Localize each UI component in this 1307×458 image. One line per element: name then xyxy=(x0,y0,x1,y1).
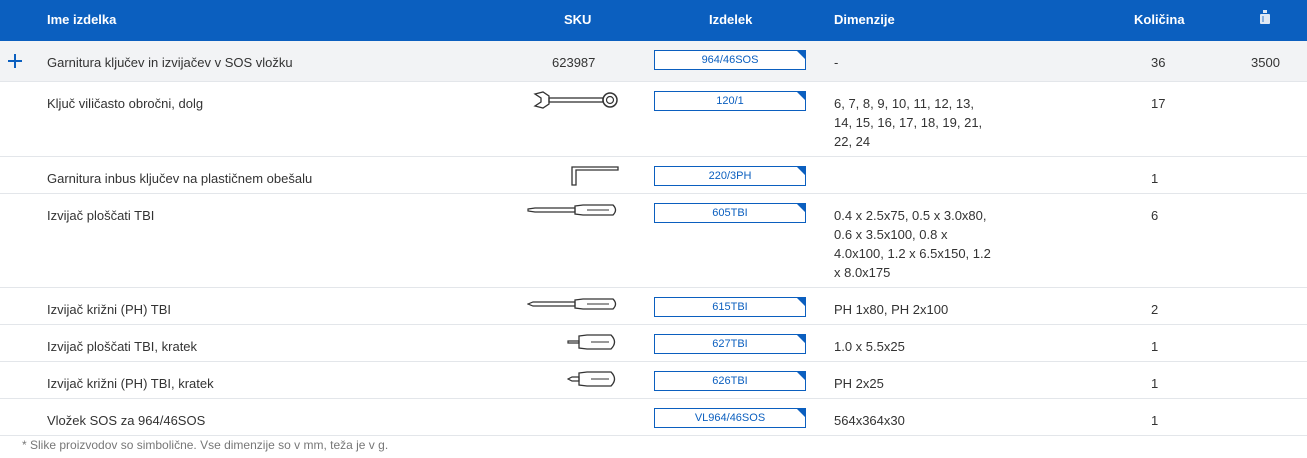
stubby-phillips-screwdriver-icon xyxy=(566,370,619,391)
table-header: Ime izdelka SKU Izdelek Dimenzije Količi… xyxy=(0,0,1307,41)
product-sku: 623987 xyxy=(552,55,596,70)
combination-wrench-icon xyxy=(533,90,619,113)
stubby-flat-screwdriver-icon xyxy=(567,333,619,354)
product-name: Izvijač križni (PH) TBI, kratek xyxy=(47,376,214,391)
product-code-link[interactable]: 605TBI xyxy=(654,203,806,223)
product-quantity: 6 xyxy=(1151,208,1159,223)
product-quantity: 1 xyxy=(1151,339,1159,354)
product-quantity: 2 xyxy=(1151,302,1159,317)
product-name: Izvijač ploščati TBI, kratek xyxy=(47,339,198,354)
table-row: Izvijač ploščati TBI, kratek 627TBI 1.0 … xyxy=(0,325,1307,362)
product-code-link[interactable]: 627TBI xyxy=(654,334,806,354)
product-code-link[interactable]: 220/3PH xyxy=(654,166,806,186)
product-code-link[interactable]: 626TBI xyxy=(654,371,806,391)
product-weight: 3500 xyxy=(1251,55,1280,70)
product-dimensions: PH 2x25 xyxy=(834,376,884,391)
footnote: * Slike proizvodov so simbolične. Vse di… xyxy=(22,438,389,452)
product-dimensions: - xyxy=(834,55,839,70)
product-table: Ime izdelka SKU Izdelek Dimenzije Količi… xyxy=(0,0,1307,436)
flat-screwdriver-icon xyxy=(527,202,619,221)
product-code-link[interactable]: 120/1 xyxy=(654,91,806,111)
product-name: Vložek SOS za 964/46SOS xyxy=(47,413,206,428)
expand-plus-icon[interactable] xyxy=(8,54,22,68)
weight-icon xyxy=(1259,10,1271,27)
table-row: Ključ viličasto obročni, dolg 120/1 6, 7… xyxy=(0,82,1307,157)
table-row: Vložek SOS za 964/46SOS VL964/46SOS 564x… xyxy=(0,399,1307,436)
phillips-screwdriver-icon xyxy=(526,296,619,315)
product-quantity: 1 xyxy=(1151,376,1159,391)
product-code-link[interactable]: VL964/46SOS xyxy=(654,408,806,428)
table-row: Izvijač križni (PH) TBI, kratek 626TBI P… xyxy=(0,362,1307,399)
product-quantity: 17 xyxy=(1151,96,1166,111)
column-header-dimensions: Dimenzije xyxy=(834,12,895,27)
table-row: Garnitura ključev in izvijačev v SOS vlo… xyxy=(0,41,1307,82)
product-name: Ključ viličasto obročni, dolg xyxy=(47,96,204,111)
column-header-quantity: Količina xyxy=(1134,12,1185,27)
product-dimensions: 0.4 x 2.5x75, 0.5 x 3.0x80, 0.6 x 3.5x10… xyxy=(834,208,991,280)
product-dimensions: 564x364x30 xyxy=(834,413,905,428)
product-quantity: 1 xyxy=(1151,171,1159,186)
hex-key-icon xyxy=(570,165,620,190)
column-header-name: Ime izdelka xyxy=(47,12,117,27)
table-row: Izvijač križni (PH) TBI 615TBI PH 1x80, … xyxy=(0,288,1307,325)
product-name: Izvijač križni (PH) TBI xyxy=(47,302,171,317)
table-row: Garnitura inbus ključev na plastičnem ob… xyxy=(0,157,1307,194)
product-quantity: 1 xyxy=(1151,413,1159,428)
product-name: Izvijač ploščati TBI xyxy=(47,208,155,223)
product-dimensions: PH 1x80, PH 2x100 xyxy=(834,302,949,317)
column-header-product: Izdelek xyxy=(709,12,753,27)
product-code-link[interactable]: 615TBI xyxy=(654,297,806,317)
table-row: Izvijač ploščati TBI 605TBI 0.4 x 2.5x75… xyxy=(0,194,1307,288)
product-code-link[interactable]: 964/46SOS xyxy=(654,50,806,70)
product-name: Garnitura inbus ključev na plastičnem ob… xyxy=(47,171,313,186)
product-name: Garnitura ključev in izvijačev v SOS vlo… xyxy=(47,55,293,70)
product-dimensions: 1.0 x 5.5x25 xyxy=(834,339,905,354)
product-quantity: 36 xyxy=(1151,55,1166,70)
column-header-sku: SKU xyxy=(564,12,592,27)
product-dimensions: 6, 7, 8, 9, 10, 11, 12, 13, 14, 15, 16, … xyxy=(834,96,983,149)
